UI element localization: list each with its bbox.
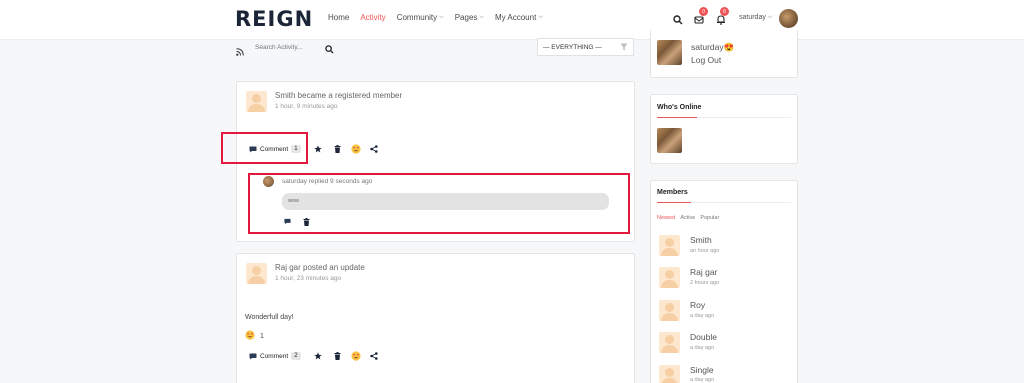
avatar[interactable]: [659, 235, 680, 256]
avatar[interactable]: [779, 9, 798, 28]
activity-title: Raj gar posted an update: [275, 263, 365, 272]
trash-icon[interactable]: [334, 352, 341, 360]
search-icon[interactable]: [673, 12, 683, 30]
search-icon[interactable]: [325, 41, 334, 59]
member-name[interactable]: Double: [690, 332, 717, 342]
member-name[interactable]: Roy: [690, 300, 705, 310]
share-icon[interactable]: [369, 145, 378, 153]
nav-community[interactable]: Community ⌵: [397, 13, 444, 22]
tab-active[interactable]: Active: [680, 215, 695, 221]
member-name[interactable]: Raj gar: [690, 267, 717, 277]
user-menu[interactable]: saturday ⌵: [739, 14, 772, 21]
share-icon[interactable]: [369, 352, 378, 360]
chevron-down-icon: ⌵: [538, 14, 543, 20]
comment-count: 2: [291, 352, 301, 360]
title-underline: [657, 117, 697, 118]
members-tabs: Newest Active Popular: [657, 215, 719, 221]
whos-online-widget: Who's Online: [650, 94, 798, 164]
reply-highlight-box: [248, 173, 630, 234]
avatar[interactable]: [246, 91, 267, 112]
site-header: REIGN Home Activity Community ⌵ Pages ⌵ My…: [0, 0, 1024, 40]
nav-activity[interactable]: Activity: [360, 13, 385, 22]
activity-time: 1 hour, 9 minutes ago: [275, 103, 338, 110]
funnel-icon: [620, 43, 628, 53]
nav-home-label: Home: [328, 13, 350, 22]
avatar[interactable]: [657, 128, 682, 153]
nav-community-label: Community: [396, 13, 438, 22]
member-time: a day ago: [690, 313, 715, 319]
profile-widget: saturday😍 Log Out: [650, 30, 798, 78]
notifications-badge: 8: [720, 7, 729, 16]
comment-label: Comment: [260, 352, 289, 360]
member-name[interactable]: Smith: [690, 235, 712, 245]
chevron-down-icon: ⌵: [767, 14, 773, 20]
user-name: saturday: [739, 14, 766, 21]
nav-home[interactable]: Home: [328, 13, 349, 22]
filter-value: — EVERYTHING —: [543, 43, 602, 51]
avatar[interactable]: [659, 365, 680, 383]
avatar[interactable]: [659, 267, 680, 288]
logout-link[interactable]: Log Out: [691, 55, 721, 65]
widget-title: Who's Online: [657, 104, 702, 111]
comment-button[interactable]: Comment 2: [249, 352, 301, 360]
member-time: a day ago: [690, 377, 715, 383]
activity-title: Smith became a registered member: [275, 91, 403, 100]
avatar[interactable]: [246, 263, 267, 284]
avatar[interactable]: [659, 332, 680, 353]
activity-card: Raj gar posted an update 1 hour, 23 minu…: [236, 253, 635, 383]
rss-icon[interactable]: [236, 43, 244, 61]
member-time: a day ago: [690, 345, 715, 351]
profile-name[interactable]: saturday😍: [691, 42, 734, 53]
member-time: 2 hours ago: [690, 280, 720, 286]
activity-time: 1 hour, 23 minutes ago: [275, 275, 342, 282]
emoji-icon[interactable]: [350, 144, 361, 154]
avatar[interactable]: [659, 300, 680, 321]
member-time: an hour ago: [690, 248, 720, 254]
member-name[interactable]: Single: [690, 365, 714, 375]
main-nav: Home Activity Community ⌵ Pages ⌵ My Accou…: [328, 13, 554, 22]
reaction-summary: 1: [245, 330, 264, 342]
nav-activity-label: Activity: [360, 13, 386, 22]
tab-newest[interactable]: Newest: [657, 215, 675, 221]
chevron-down-icon: ⌵: [439, 14, 444, 20]
star-icon[interactable]: [313, 352, 322, 360]
star-icon[interactable]: [313, 145, 322, 153]
chevron-down-icon: ⌵: [479, 14, 484, 20]
nav-pages[interactable]: Pages ⌵: [455, 13, 484, 22]
post-text: Wonderfull day!: [245, 314, 294, 321]
nav-pages-label: Pages: [454, 13, 478, 22]
activity-actions: Comment 2: [249, 351, 378, 361]
nav-my-account-label: My Account: [494, 13, 537, 22]
comment-highlight-box: [221, 132, 308, 164]
messages-badge: 0: [699, 7, 708, 16]
trash-icon[interactable]: [334, 145, 341, 153]
tab-popular[interactable]: Popular: [700, 215, 719, 221]
members-widget: Members Newest Active Popular Smith an h…: [650, 180, 798, 383]
search-input[interactable]: [255, 41, 325, 53]
reaction-count: 1: [260, 332, 264, 340]
comment-icon: [249, 353, 257, 360]
avatar[interactable]: [657, 40, 682, 65]
title-underline: [657, 202, 691, 203]
widget-title: Members: [657, 189, 688, 196]
emoji-icon[interactable]: [350, 351, 361, 361]
nav-my-account[interactable]: My Account ⌵: [495, 13, 543, 22]
site-logo[interactable]: REIGN: [235, 7, 313, 31]
activity-filter-select[interactable]: — EVERYTHING —: [537, 38, 634, 56]
emoji-icon: [245, 330, 255, 342]
